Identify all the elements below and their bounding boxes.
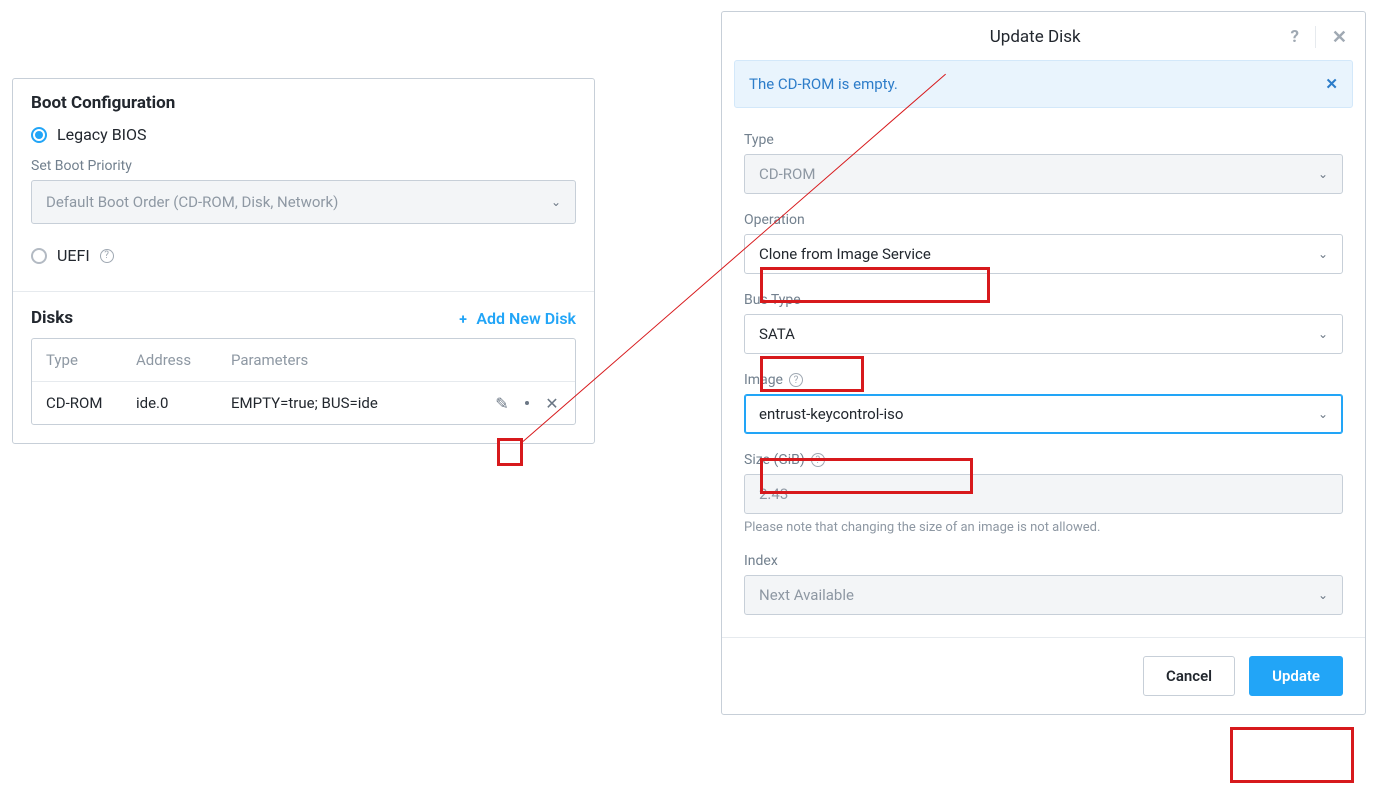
table-row: CD-ROM ide.0 EMPTY=true; BUS=ide ✎ ✕ xyxy=(32,382,575,424)
chevron-down-icon: ⌄ xyxy=(1318,407,1328,421)
type-value: CD-ROM xyxy=(759,165,815,183)
boot-uefi-label: UEFI xyxy=(57,246,90,265)
help-icon[interactable]: ? xyxy=(100,249,114,263)
divider xyxy=(13,291,594,292)
table-header: Type Address Parameters xyxy=(32,339,575,382)
operation-select[interactable]: Clone from Image Service ⌄ xyxy=(744,234,1343,274)
type-select: CD-ROM ⌄ xyxy=(744,154,1343,194)
cancel-button[interactable]: Cancel xyxy=(1143,656,1235,696)
boot-priority-select[interactable]: Default Boot Order (CD-ROM, Disk, Networ… xyxy=(31,180,576,224)
boot-config-title: Boot Configuration xyxy=(31,93,576,113)
bus-type-label: Bus Type xyxy=(744,292,1343,308)
operation-label: Operation xyxy=(744,212,1343,228)
chevron-down-icon: ⌄ xyxy=(1318,247,1328,261)
size-input: 2.43 xyxy=(744,474,1343,514)
delete-icon[interactable]: ✕ xyxy=(543,394,561,412)
index-select: Next Available ⌄ xyxy=(744,575,1343,615)
plus-icon: + xyxy=(459,312,467,328)
boot-legacy-radio[interactable]: Legacy BIOS xyxy=(31,125,576,144)
update-disk-dialog: Update Disk ? ✕ The CD-ROM is empty. ✕ T… xyxy=(721,11,1366,715)
bus-type-select[interactable]: SATA ⌄ xyxy=(744,314,1343,354)
menu-dot-icon[interactable] xyxy=(525,401,529,405)
cell-type: CD-ROM xyxy=(46,394,136,412)
col-type: Type xyxy=(46,351,136,369)
col-address: Address xyxy=(136,351,231,369)
index-value: Next Available xyxy=(759,586,854,604)
size-label: Size (GiB) ? xyxy=(744,452,1343,468)
col-parameters: Parameters xyxy=(231,351,561,369)
help-icon[interactable]: ? xyxy=(1290,27,1298,47)
boot-uefi-radio[interactable]: UEFI ? xyxy=(31,246,576,265)
chevron-down-icon: ⌄ xyxy=(1318,327,1328,341)
chevron-down-icon: ⌄ xyxy=(551,195,561,209)
disks-table: Type Address Parameters CD-ROM ide.0 EMP… xyxy=(31,338,576,425)
help-icon[interactable]: ? xyxy=(811,453,825,467)
edit-icon[interactable]: ✎ xyxy=(493,394,511,412)
operation-value: Clone from Image Service xyxy=(759,245,931,263)
add-new-disk-label: Add New Disk xyxy=(476,309,576,328)
alert-text: The CD-ROM is empty. xyxy=(749,75,898,93)
cell-parameters: EMPTY=true; BUS=ide xyxy=(231,394,471,412)
image-select[interactable]: entrust-keycontrol-iso ⌄ xyxy=(744,394,1343,434)
boot-priority-label: Set Boot Priority xyxy=(31,158,576,174)
bus-type-value: SATA xyxy=(759,325,795,343)
image-label: Image ? xyxy=(744,372,1343,388)
divider xyxy=(1315,26,1316,48)
size-note: Please note that changing the size of an… xyxy=(744,520,1343,535)
radio-selected-icon xyxy=(31,127,47,143)
type-label: Type xyxy=(744,132,1343,148)
help-icon[interactable]: ? xyxy=(789,373,803,387)
boot-config-panel: Boot Configuration Legacy BIOS Set Boot … xyxy=(12,78,595,444)
annotation-box-update-button xyxy=(1230,727,1354,783)
add-new-disk-link[interactable]: + Add New Disk xyxy=(459,309,576,328)
alert-close-icon[interactable]: ✕ xyxy=(1325,75,1338,93)
boot-priority-value: Default Boot Order (CD-ROM, Disk, Networ… xyxy=(46,193,338,211)
chevron-down-icon: ⌄ xyxy=(1318,167,1328,181)
cell-address: ide.0 xyxy=(136,394,231,412)
info-alert: The CD-ROM is empty. ✕ xyxy=(734,60,1353,108)
index-label: Index xyxy=(744,553,1343,569)
size-value: 2.43 xyxy=(759,485,788,503)
chevron-down-icon: ⌄ xyxy=(1318,588,1328,602)
image-value: entrust-keycontrol-iso xyxy=(759,405,903,423)
close-icon[interactable]: ✕ xyxy=(1332,27,1347,48)
dialog-title: Update Disk xyxy=(780,27,1290,47)
update-button[interactable]: Update xyxy=(1249,656,1343,696)
disks-title: Disks xyxy=(31,308,73,328)
boot-legacy-label: Legacy BIOS xyxy=(57,125,147,144)
radio-unselected-icon xyxy=(31,248,47,264)
